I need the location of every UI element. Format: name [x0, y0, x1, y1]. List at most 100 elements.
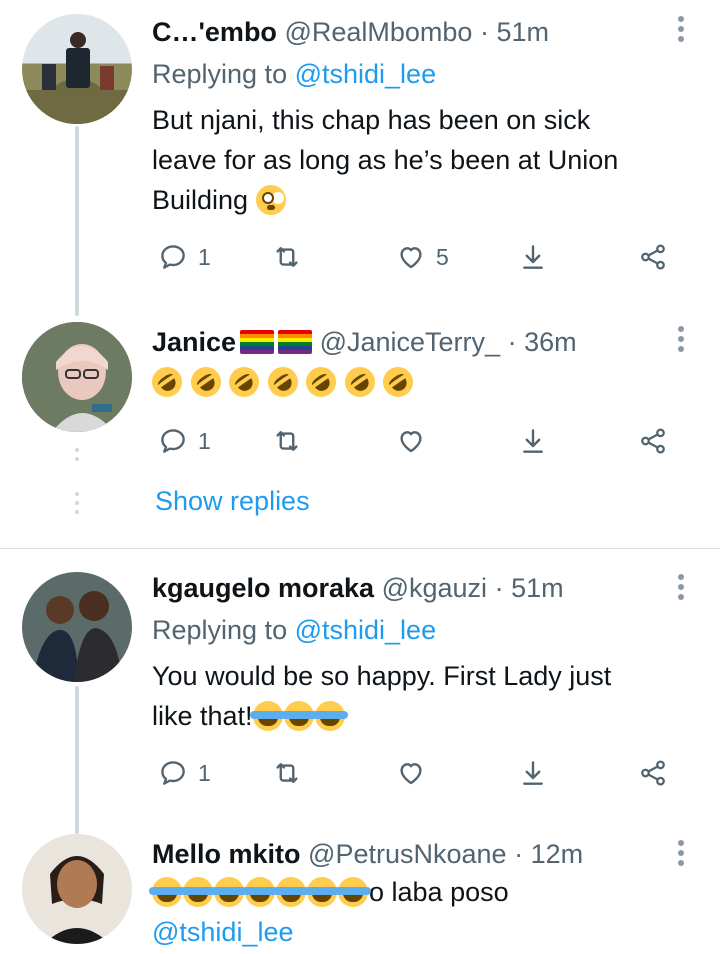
avatar[interactable]: [22, 14, 132, 124]
share-icon: [641, 760, 665, 786]
avatar[interactable]: [22, 834, 132, 944]
reply-icon: [161, 429, 185, 453]
replying-prefix: Replying to: [152, 59, 295, 89]
rolling-on-floor-laughing-icon: [184, 361, 227, 403]
timestamp[interactable]: 12m: [531, 839, 584, 869]
thread-dots: [75, 492, 79, 519]
avatar[interactable]: [22, 572, 132, 682]
retweet-icon: [276, 763, 298, 783]
like-icon: [400, 431, 422, 453]
replying-to: Replying to @tshidi_lee: [152, 58, 436, 90]
face-with-tears-of-joy-icon: [211, 877, 247, 907]
avatar-photo: [22, 834, 132, 944]
separator: ·: [507, 327, 517, 357]
share-button[interactable]: [638, 424, 668, 458]
more-icon[interactable]: [678, 16, 686, 46]
like-button[interactable]: [396, 424, 426, 458]
tweet-text-line: like that!: [152, 701, 253, 731]
rolling-on-floor-laughing-icon: [146, 361, 188, 403]
share-button[interactable]: [638, 756, 668, 790]
display-name[interactable]: Janice: [152, 327, 236, 357]
handle[interactable]: @kgauzi: [382, 573, 487, 603]
download-button[interactable]: [518, 756, 548, 790]
download-icon: [523, 761, 543, 785]
retweet-button[interactable]: [272, 756, 302, 790]
display-name[interactable]: kgaugelo moraka: [152, 573, 374, 603]
display-name[interactable]: Mello mkito: [152, 839, 301, 869]
reply-count: 1: [198, 759, 211, 786]
separator: ·: [479, 17, 489, 47]
handle[interactable]: @PetrusNkoane: [308, 839, 507, 869]
timestamp[interactable]: 36m: [524, 327, 577, 357]
avatar[interactable]: [22, 322, 132, 432]
tweet-text-line: You would be so happy. First Lady just: [152, 661, 612, 691]
show-replies-link[interactable]: Show replies: [155, 486, 310, 517]
tweet[interactable]: Janice @JaniceTerry_ · 36m 1 Show replie…: [0, 320, 720, 550]
reply-count: 1: [198, 243, 211, 270]
timestamp[interactable]: 51m: [511, 573, 564, 603]
tweet[interactable]: kgaugelo moraka @kgauzi · 51m Replying t…: [0, 560, 720, 834]
tweet-header: Mello mkito @PetrusNkoane · 12m: [152, 838, 583, 870]
like-button[interactable]: [396, 756, 426, 790]
share-icon: [641, 244, 665, 270]
tweet[interactable]: Mello mkito @PetrusNkoane · 12m o laba p…: [0, 830, 720, 954]
face-with-tears-of-joy-icon: [304, 877, 340, 907]
tweet-text-line: leave for as long as he’s been at Union: [152, 145, 619, 175]
more-icon[interactable]: [678, 840, 686, 870]
retweet-icon: [276, 247, 298, 267]
download-icon: [523, 429, 543, 453]
face-with-tears-of-joy-icon: [311, 701, 348, 731]
action-bar: 1 5: [152, 240, 672, 274]
like-icon: [400, 763, 422, 785]
thread-line: [75, 126, 79, 316]
face-with-tears-of-joy-icon: [242, 877, 278, 907]
mention-link[interactable]: @tshidi_lee: [152, 912, 692, 952]
replying-to: Replying to @tshidi_lee: [152, 614, 436, 646]
rolling-on-floor-laughing-icon: [300, 361, 342, 403]
tweet-text-line: Building: [152, 185, 249, 215]
reply-button[interactable]: 1: [158, 756, 211, 790]
face-with-tears-of-joy-icon: [273, 877, 309, 907]
reply-count: 1: [198, 427, 211, 454]
retweet-button[interactable]: [272, 240, 302, 274]
rainbow-flag-icon: [240, 330, 275, 354]
tweet-header: Janice @JaniceTerry_ · 36m: [152, 326, 577, 358]
tweet-text: [146, 361, 692, 403]
face-with-tears-of-joy-icon: [180, 877, 216, 907]
face-with-tears-of-joy-icon: [149, 877, 185, 907]
timestamp[interactable]: 51m: [496, 17, 549, 47]
download-button[interactable]: [518, 424, 548, 458]
avatar-photo: [22, 322, 132, 432]
face-with-tears-of-joy-icon: [335, 877, 371, 907]
tweet-text: You would be so happy. First Lady just l…: [152, 656, 692, 736]
more-icon[interactable]: [678, 326, 686, 356]
replying-prefix: Replying to: [152, 615, 295, 645]
display-name[interactable]: C…'embo: [152, 17, 277, 47]
handle[interactable]: @JaniceTerry_: [320, 327, 500, 357]
share-button[interactable]: [638, 240, 668, 274]
tweet[interactable]: C…'embo @RealMbombo · 51m Replying to @t…: [0, 0, 720, 320]
divider: [0, 548, 720, 549]
tweet-header: kgaugelo moraka @kgauzi · 51m: [152, 572, 564, 604]
reply-button[interactable]: 1: [158, 424, 211, 458]
rolling-on-floor-laughing-icon: [223, 361, 265, 403]
handle[interactable]: @RealMbombo: [284, 17, 472, 47]
avatar-photo: [22, 32, 132, 124]
rolling-on-floor-laughing-icon: [261, 361, 304, 403]
reply-icon: [161, 761, 185, 785]
retweet-button[interactable]: [272, 424, 302, 458]
rolling-on-floor-laughing-icon: [377, 361, 419, 403]
flushed-face-icon: [255, 185, 286, 215]
mention-link[interactable]: @tshidi_lee: [295, 59, 437, 89]
thread-dots: [75, 448, 79, 466]
download-button[interactable]: [518, 240, 548, 274]
action-bar: 1: [152, 756, 672, 790]
tweet-text-line: But njani, this chap has been on sick: [152, 105, 591, 135]
rolling-on-floor-laughing-icon: [338, 361, 381, 403]
reply-button[interactable]: 1: [158, 240, 211, 274]
like-icon: [400, 247, 422, 269]
tweet-header: C…'embo @RealMbombo · 51m: [152, 16, 549, 48]
like-button[interactable]: 5: [396, 240, 449, 274]
mention-link[interactable]: @tshidi_lee: [295, 615, 437, 645]
more-icon[interactable]: [678, 574, 686, 604]
